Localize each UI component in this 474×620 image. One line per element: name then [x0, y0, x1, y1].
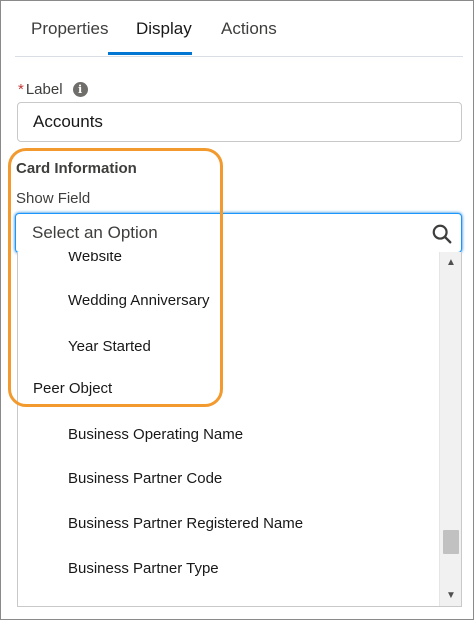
dropdown-scrollbar[interactable]: ▲ ▼	[439, 252, 461, 606]
scroll-thumb[interactable]	[443, 530, 459, 554]
option-website[interactable]: Website	[68, 252, 122, 265]
tab-display[interactable]: Display	[136, 19, 192, 39]
search-icon[interactable]	[431, 223, 453, 245]
option-business-partner-code[interactable]: Business Partner Code	[68, 470, 222, 487]
active-tab-indicator	[108, 52, 192, 55]
option-business-partner-registered-name[interactable]: Business Partner Registered Name	[68, 515, 303, 532]
tab-actions[interactable]: Actions	[221, 19, 277, 39]
label-text: Label	[25, 80, 63, 98]
option-business-partner-type[interactable]: Business Partner Type	[68, 560, 219, 577]
show-field-combobox[interactable]: Select an Option	[15, 213, 462, 253]
group-peer-object: Peer Object	[33, 380, 113, 397]
info-icon[interactable]: i	[72, 81, 88, 97]
panel-frame: Properties Display Actions * Label i Acc…	[0, 0, 474, 620]
tab-bar: Properties Display Actions	[15, 1, 463, 57]
combobox-placeholder: Select an Option	[32, 223, 158, 242]
card-information-heading: Card Information	[16, 160, 137, 177]
required-marker: *	[18, 80, 24, 98]
scroll-up-arrow-icon[interactable]: ▲	[440, 254, 461, 272]
show-field-label: Show Field	[16, 190, 91, 207]
option-business-operating-name[interactable]: Business Operating Name	[68, 426, 243, 443]
option-year-started[interactable]: Year Started	[68, 338, 151, 355]
option-wedding-anniversary[interactable]: Wedding Anniversary	[68, 292, 209, 309]
scroll-down-arrow-icon[interactable]: ▼	[440, 587, 461, 605]
options-dropdown[interactable]: Website Wedding Anniversary Year Started…	[17, 252, 462, 607]
label-field-label: * Label i	[18, 79, 88, 99]
tab-properties[interactable]: Properties	[31, 19, 108, 39]
label-input[interactable]: Accounts	[17, 102, 462, 142]
